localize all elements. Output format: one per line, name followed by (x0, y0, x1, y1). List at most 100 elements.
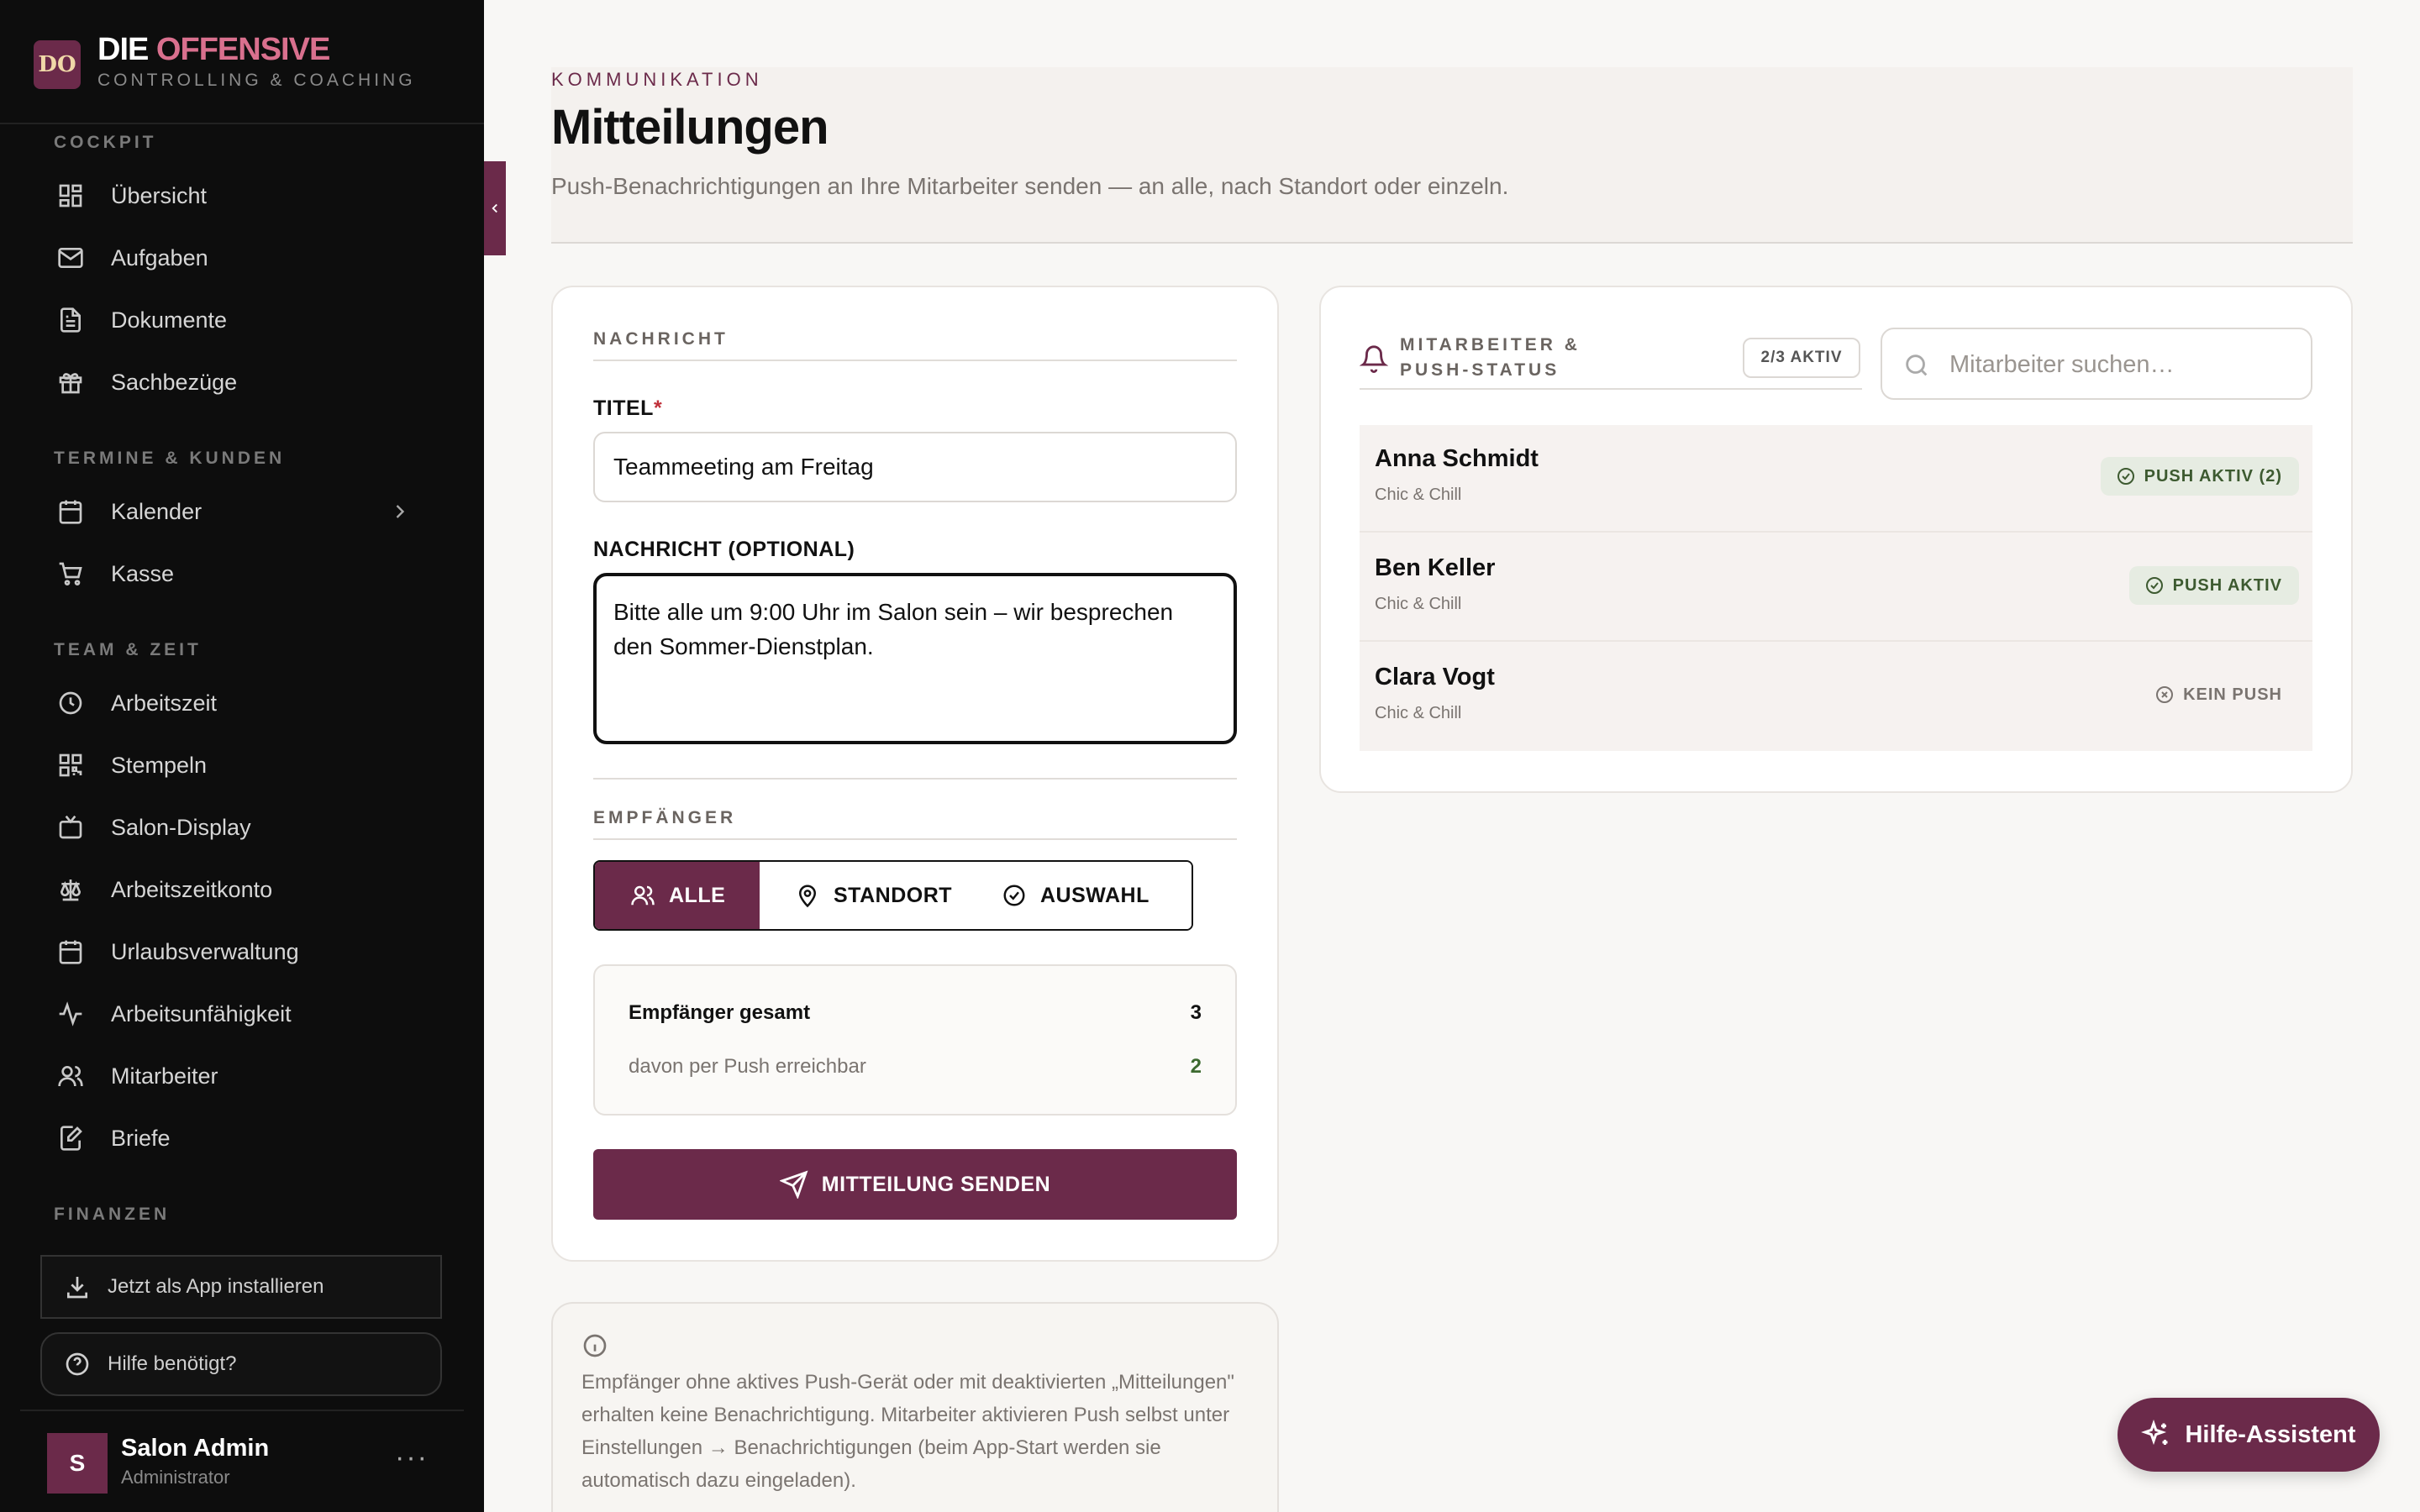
section-divider (1360, 388, 1862, 390)
sidebar-item-dokumente[interactable]: Dokumente (34, 293, 437, 347)
segment-label: AUSWAHL (1040, 883, 1150, 907)
push-status-badge: KEIN PUSH (2139, 675, 2299, 714)
users-icon (55, 1061, 86, 1091)
mail-icon (55, 243, 86, 273)
push-status-label: PUSH AKTIV (2) (2144, 466, 2282, 486)
download-icon (64, 1273, 91, 1300)
header-divider (551, 242, 2353, 244)
install-app-label: Jetzt als App installieren (108, 1275, 324, 1298)
employee-name: Anna Schmidt (1375, 445, 1539, 472)
info-card: Empfänger ohne aktives Push-Gerät oder m… (551, 1302, 1279, 1512)
help-assistant-button[interactable]: Hilfe-Assistent (2118, 1398, 2380, 1472)
section-label-empfaenger: EMPFÄNGER (593, 808, 737, 827)
employee-name: Clara Vogt (1375, 664, 1495, 690)
sidebar: DO DIE OFFENSIVE CONTROLLING & COACHING … (0, 0, 484, 1512)
qr-code-icon (55, 750, 86, 780)
users-icon (631, 885, 655, 906)
page-title: Mitteilungen (551, 100, 829, 155)
sidebar-item-label: Kalender (111, 498, 203, 524)
segment-alle[interactable]: ALLE (595, 862, 760, 929)
sidebar-item-arbeitszeitkonto[interactable]: Arbeitszeitkonto (34, 863, 437, 916)
employee-row[interactable]: Anna Schmidt Chic & Chill PUSH AKTIV (2) (1360, 425, 2312, 533)
header-background (551, 67, 2353, 244)
title-label-text: TITEL (593, 396, 654, 420)
install-app-button[interactable]: Jetzt als App installieren (40, 1255, 442, 1319)
user-profile[interactable]: S Salon Admin Administrator ··· (20, 1410, 464, 1512)
employee-name: Ben Keller (1375, 554, 1496, 581)
nav-section-termine: TERMINE & KUNDEN (54, 449, 286, 468)
document-icon (55, 305, 86, 335)
employee-row[interactable]: Ben Keller Chic & Chill PUSH AKTIV (1360, 534, 2312, 642)
help-label: Hilfe benötigt? (108, 1352, 237, 1375)
brand-subtitle: CONTROLLING & COACHING (97, 71, 416, 90)
sidebar-item-label: Aufgaben (111, 244, 208, 270)
section-divider (593, 838, 1237, 840)
chevron-left-icon (492, 203, 497, 213)
employee-row[interactable]: Clara Vogt Chic & Chill KEIN PUSH (1360, 643, 2312, 751)
send-icon (779, 1170, 808, 1199)
sidebar-item-label: Urlaubsverwaltung (111, 938, 299, 964)
brand-title-part1: DIE (97, 32, 149, 67)
sidebar-item-label: Arbeitsunfähigkeit (111, 1000, 292, 1026)
employee-search-input[interactable] (1949, 344, 2302, 385)
segment-auswahl[interactable]: AUSWAHL (981, 862, 1192, 929)
segment-standort[interactable]: STANDORT (760, 862, 981, 929)
sidebar-item-label: Arbeitszeitkonto (111, 876, 273, 902)
title-input[interactable]: Teammeeting am Freitag (593, 432, 1237, 502)
brand-title: DIE OFFENSIVE (97, 32, 330, 68)
sidebar-item-arbeitsunfaehigkeit[interactable]: Arbeitsunfähigkeit (34, 987, 437, 1041)
recipient-summary: Empfänger gesamt 3 davon per Push erreic… (593, 964, 1237, 1116)
section-divider (593, 360, 1237, 361)
sidebar-item-arbeitszeit[interactable]: Arbeitszeit (34, 676, 437, 730)
employee-search (1881, 328, 2312, 400)
user-name: Salon Admin (121, 1435, 270, 1462)
sidebar-item-label: Stempeln (111, 752, 208, 778)
sidebar-collapse-button[interactable] (484, 161, 506, 255)
sidebar-item-sachbezuege[interactable]: Sachbezüge (34, 355, 437, 409)
brand-logo[interactable]: DO (34, 40, 81, 89)
summary-push-value: 2 (1190, 1055, 1202, 1078)
check-circle-icon (2117, 468, 2134, 485)
sidebar-item-aufgaben[interactable]: Aufgaben (34, 231, 437, 285)
sidebar-item-label: Übersicht (111, 182, 208, 208)
help-assistant-label: Hilfe-Assistent (2185, 1420, 2356, 1448)
nav-section-team: TEAM & ZEIT (54, 640, 202, 659)
push-status-label: KEIN PUSH (2183, 685, 2282, 704)
map-pin-icon (798, 885, 817, 908)
cart-icon (55, 559, 86, 589)
check-circle-icon (1003, 885, 1025, 906)
summary-total-value: 3 (1190, 1001, 1202, 1024)
sidebar-item-label: Briefe (111, 1125, 171, 1151)
send-button-label: MITTEILUNG SENDEN (821, 1172, 1051, 1196)
section-label-nachricht: NACHRICHT (593, 329, 729, 349)
recipient-segmented-control: ALLE STANDORT AUSWAHL (593, 860, 1193, 931)
sidebar-item-briefe[interactable]: Briefe (34, 1111, 437, 1165)
help-button[interactable]: Hilfe benötigt? (40, 1332, 442, 1396)
employee-location: Chic & Chill (1375, 486, 1462, 504)
sidebar-item-mitarbeiter[interactable]: Mitarbeiter (34, 1049, 437, 1103)
segment-label: STANDORT (834, 883, 953, 907)
push-status-badge: PUSH AKTIV (2128, 566, 2299, 605)
employee-card-title: MITARBEITER & PUSH-STATUS (1400, 335, 1581, 380)
sidebar-item-kasse[interactable]: Kasse (34, 547, 437, 601)
nav-section-finanzen: FINANZEN (54, 1205, 171, 1224)
message-textarea[interactable]: Bitte alle um 9:00 Uhr im Salon sein – w… (593, 573, 1237, 744)
brand-header: DO DIE OFFENSIVE CONTROLLING & COACHING (0, 0, 484, 124)
nav-section-cockpit: COCKPIT (54, 133, 157, 152)
sidebar-item-stempeln[interactable]: Stempeln (34, 738, 437, 792)
sparkles-icon (2141, 1420, 2168, 1446)
sidebar-item-label: Dokumente (111, 307, 228, 333)
sidebar-item-urlaubsverwaltung[interactable]: Urlaubsverwaltung (34, 925, 437, 979)
user-role: Administrator (121, 1467, 230, 1488)
sidebar-item-salon-display[interactable]: Salon-Display (34, 801, 437, 854)
sidebar-item-uebersicht[interactable]: Übersicht (34, 169, 437, 223)
send-message-button[interactable]: MITTEILUNG SENDEN (593, 1149, 1237, 1220)
sidebar-item-label: Salon-Display (111, 814, 251, 840)
info-text: Empfänger ohne aktives Push-Gerät oder m… (581, 1371, 1234, 1492)
more-options-icon[interactable]: ··· (395, 1441, 429, 1474)
sidebar-item-kalender[interactable]: Kalender (34, 485, 437, 538)
gift-icon (55, 367, 86, 397)
page-eyebrow: KOMMUNIKATION (551, 69, 763, 90)
push-status-badge: PUSH AKTIV (2) (2100, 457, 2299, 496)
summary-total-label: Empfänger gesamt (629, 1001, 811, 1024)
